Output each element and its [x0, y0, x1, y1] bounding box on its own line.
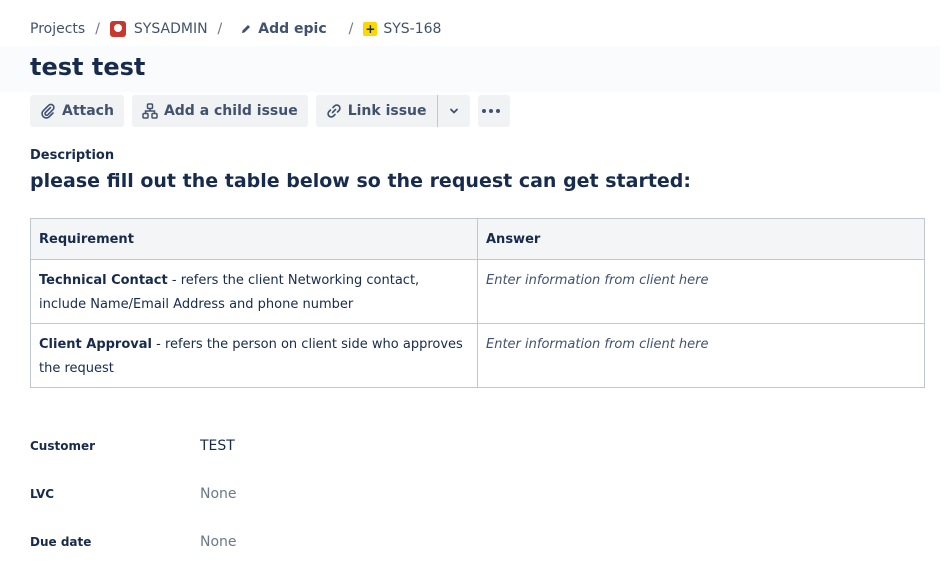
add-epic-label: Add epic	[258, 21, 327, 37]
issue-toolbar: Attach Add a child issue Link issue	[30, 95, 510, 127]
project-avatar-icon	[109, 21, 126, 37]
field-label: Due date	[30, 535, 92, 549]
field-value[interactable]: None	[200, 534, 237, 550]
field-customer: Customer TEST	[30, 438, 235, 454]
requirement-cell: Client Approval - refers the person on c…	[30, 323, 478, 388]
requirement-term: Client Approval	[39, 337, 152, 352]
column-header-requirement: Requirement	[30, 218, 478, 260]
column-header-answer: Answer	[477, 218, 925, 260]
requirement-cell: Technical Contact - refers the client Ne…	[30, 259, 478, 324]
table-row: Client Approval - refers the person on c…	[30, 323, 925, 388]
more-icon	[481, 109, 500, 113]
pencil-icon	[242, 25, 251, 33]
answer-cell[interactable]: Enter information from client here	[477, 323, 925, 388]
description-label: Description	[30, 148, 115, 163]
field-lvc: LVC None	[30, 486, 237, 502]
answer-placeholder: Enter information from client here	[486, 273, 709, 288]
issue-title[interactable]: test test	[30, 53, 145, 81]
table-header-row: Requirement Answer	[30, 218, 925, 260]
field-value[interactable]: TEST	[200, 438, 235, 454]
child-issue-icon	[142, 103, 158, 119]
link-issue-label: Link issue	[347, 103, 427, 119]
link-issue-group: Link issue	[315, 95, 470, 127]
requirements-table: Requirement Answer Technical Contact - r…	[30, 218, 925, 388]
breadcrumb-projects[interactable]: Projects	[30, 21, 85, 37]
description-heading: please fill out the table below so the r…	[30, 170, 692, 192]
table-row: Technical Contact - refers the client Ne…	[30, 259, 925, 324]
link-icon	[326, 104, 341, 118]
add-child-issue-label: Add a child issue	[163, 103, 298, 119]
field-label: Customer	[30, 439, 96, 453]
answer-cell[interactable]: Enter information from client here	[477, 259, 925, 324]
link-issue-button[interactable]: Link issue	[316, 95, 437, 127]
field-due-date: Due date None	[30, 534, 237, 550]
requirement-term: Technical Contact	[39, 273, 168, 288]
field-value[interactable]: None	[200, 486, 237, 502]
issue-key: SYS-168	[383, 21, 442, 37]
breadcrumb-project-label: SYSADMIN	[133, 21, 208, 37]
issue-type-icon: +	[363, 22, 378, 36]
link-issue-dropdown[interactable]	[438, 95, 470, 127]
attach-button[interactable]: Attach	[30, 95, 124, 127]
add-child-issue-button[interactable]: Add a child issue	[131, 95, 308, 127]
breadcrumb-project[interactable]: SYSADMIN	[109, 21, 208, 37]
field-label: LVC	[30, 487, 55, 501]
answer-placeholder: Enter information from client here	[486, 337, 709, 352]
attach-label: Attach	[62, 103, 114, 119]
chevron-down-icon	[449, 108, 458, 114]
breadcrumb-issue[interactable]: + SYS-168	[363, 21, 441, 37]
more-actions-button[interactable]	[477, 95, 510, 127]
breadcrumb-separator: /	[217, 21, 223, 37]
paperclip-icon	[41, 103, 55, 119]
breadcrumb-separator: /	[95, 21, 100, 37]
add-epic-button[interactable]: Add epic	[232, 21, 327, 37]
breadcrumb: Projects / SYSADMIN / Add epic / + SYS-1…	[30, 19, 441, 39]
breadcrumb-separator: /	[348, 21, 354, 37]
